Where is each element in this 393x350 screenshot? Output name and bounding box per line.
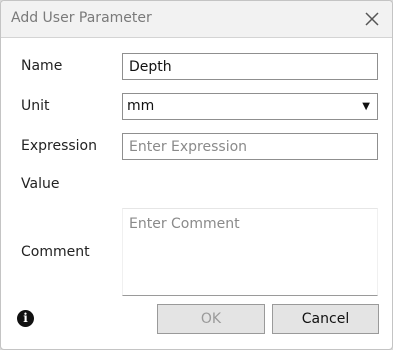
expression-input[interactable] [122,133,378,160]
close-icon[interactable] [364,11,380,27]
name-input[interactable] [122,53,378,80]
dialog-titlebar: Add User Parameter [1,1,392,38]
value-label: Value [21,176,60,192]
unit-select[interactable]: mm ▼ [122,93,378,120]
unit-label: Unit [21,98,50,114]
cancel-button[interactable]: Cancel [272,304,379,334]
name-label: Name [21,58,63,74]
comment-textarea[interactable] [122,208,378,296]
add-user-parameter-dialog: Add User Parameter Name Unit mm ▼ Expres… [0,0,393,350]
comment-label: Comment [21,244,90,260]
unit-selected-value: mm [127,98,155,114]
dialog-title: Add User Parameter [11,10,152,26]
chevron-down-icon: ▼ [362,101,370,112]
info-icon[interactable]: i [17,310,34,327]
ok-button[interactable]: OK [157,304,265,334]
expression-label: Expression [21,138,97,154]
